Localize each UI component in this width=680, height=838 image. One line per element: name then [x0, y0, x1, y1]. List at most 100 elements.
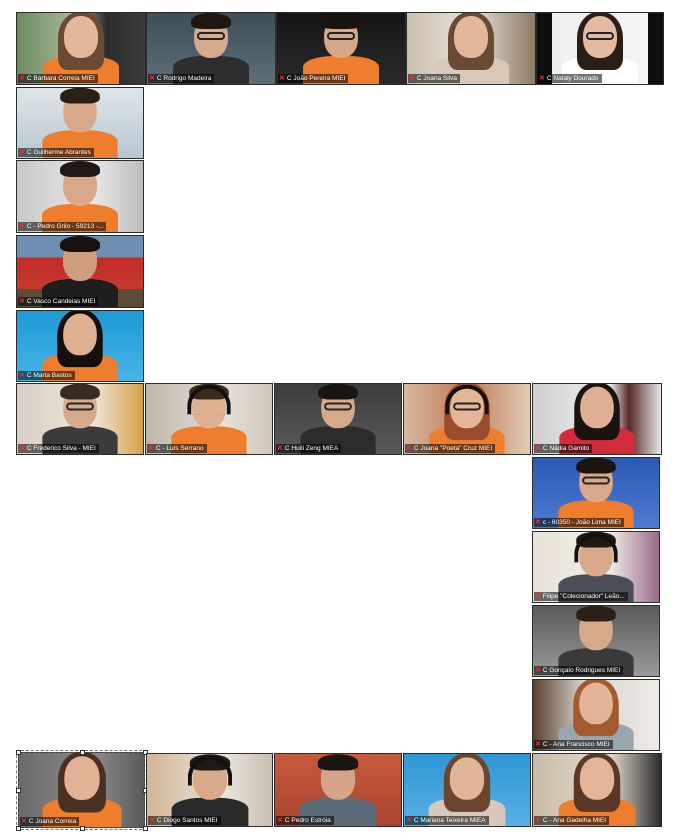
muted-mic-icon: ✕ [535, 667, 541, 674]
muted-mic-icon: ✕ [535, 593, 541, 600]
glasses [582, 476, 610, 485]
participant-name-label: ✕ C Bárbara Correia MIEI [18, 74, 98, 83]
participant-name-label: ✕ C Joana "Poeta" Cruz MIEI [405, 444, 496, 453]
participant-name-label: ✕ C Mariana Teixeira MIEA [405, 816, 489, 825]
face [579, 757, 615, 800]
face [579, 682, 613, 725]
participant-video-tile[interactable]: ✕ C - Pedro Grilo - 59213 -... [16, 160, 144, 233]
hair [191, 13, 231, 29]
muted-mic-icon: ✕ [279, 75, 285, 82]
participant-name: C Diogo Santos MIEI [156, 817, 218, 824]
participant-video-tile[interactable]: ✕ C Gonçalo Rodrigues MIEI [532, 605, 660, 677]
hair [576, 606, 616, 622]
participant-name-label: ✕ C Joana Correia [20, 817, 80, 826]
participant-video-tile[interactable]: ✕ C - Ana Gadelha MIEI [532, 753, 662, 827]
participant-name-label: ✕ c - 60350 - João Lima MIEI [534, 518, 624, 527]
participant-name-label: ✕ C - Ana Gadelha MIEI [534, 816, 610, 825]
participant-video-tile[interactable]: ✕ C Huili Zeng MIEA [274, 383, 402, 455]
participant-name-label: ✕ C - Luís Serrano [147, 444, 207, 453]
participant-name-label: ✕ C Frederico Silva - MIEI [18, 444, 99, 453]
muted-mic-icon: ✕ [149, 75, 155, 82]
muted-mic-icon: ✕ [539, 75, 545, 82]
glasses [66, 402, 94, 411]
glasses [586, 32, 614, 40]
muted-mic-icon: ✕ [19, 223, 25, 230]
participant-name: C Pedro Estróia [284, 817, 331, 824]
hair [318, 384, 358, 400]
participant-video-tile[interactable]: ✕ C João Pereira MIEI [276, 12, 406, 85]
participant-video-tile[interactable]: ✕ C Mariana Teixeira MIEA [403, 753, 531, 827]
muted-mic-icon: ✕ [535, 445, 541, 452]
muted-mic-icon: ✕ [148, 445, 154, 452]
muted-mic-icon: ✕ [19, 298, 25, 305]
hair [60, 236, 100, 252]
resize-handle[interactable] [16, 750, 21, 755]
participant-name-label: ✕ C - Pedro Grilo - 59213 -... [18, 222, 107, 231]
participant-video-tile[interactable]: ✕ c - 60350 - João Lima MIEI [532, 457, 660, 529]
participant-name: C Joana "Poeta" Cruz MIEI [413, 445, 493, 452]
participant-name: C Joana Silva [416, 75, 457, 82]
participant-video-tile[interactable]: ✕ C - Luís Serrano [145, 383, 273, 455]
hair [60, 384, 100, 400]
participant-video-tile[interactable]: ✕ C Frederico Silva - MIEI [16, 383, 144, 455]
hair [321, 13, 361, 29]
participant-name: C - Ana Francisco MIEI [542, 741, 610, 748]
participant-name-label: ✕ C João Pereira MIEI [278, 74, 349, 83]
glasses [197, 32, 225, 40]
face [449, 757, 485, 800]
resize-handle[interactable] [16, 788, 21, 793]
participant-video-tile[interactable]: ✕ C Guilherme Abrantes [16, 87, 144, 159]
participant-name-label: ✕ C Joana Silva [408, 74, 460, 83]
hair [60, 88, 100, 104]
participant-video-tile[interactable]: ✕ Filipe "Colecionador" Leão... [532, 531, 660, 603]
participant-name: C Marta Bastos [26, 372, 72, 379]
face [63, 756, 100, 800]
participant-video-tile[interactable]: ✕ C Joana "Poeta" Cruz MIEI [403, 383, 531, 455]
participant-name: C Joana Correia [28, 818, 77, 825]
participant-name: C Nataly Dourado [546, 75, 599, 82]
muted-mic-icon: ✕ [535, 741, 541, 748]
participant-name: C João Pereira MIEI [286, 75, 346, 82]
resize-handle[interactable] [79, 826, 85, 831]
participant-name-label: ✕ C Gonçalo Rodrigues MIEI [534, 666, 624, 675]
participant-name-label: ✕ C Guilherme Abrantes [18, 148, 94, 157]
glasses [327, 32, 355, 40]
participant-name: c - 60350 - João Lima MIEI [542, 519, 621, 526]
muted-mic-icon: ✕ [19, 372, 25, 379]
participant-video-tile[interactable]: ✕ C Rodrigo Madeira [146, 12, 276, 85]
face [454, 16, 488, 58]
participant-name-label: ✕ C Nádia Gamito [534, 444, 593, 453]
participant-name: C Rodrigo Madeira [156, 75, 212, 82]
muted-mic-icon: ✕ [406, 445, 412, 452]
muted-mic-icon: ✕ [19, 445, 25, 452]
participant-name-label: ✕ Filipe "Colecionador" Leão... [534, 592, 628, 601]
participant-name: C - Ana Gadelha MIEI [542, 817, 607, 824]
muted-mic-icon: ✕ [149, 817, 155, 824]
participant-video-tile[interactable]: ✕ C Pedro Estróia [274, 753, 402, 827]
muted-mic-icon: ✕ [19, 75, 25, 82]
participant-video-tile[interactable]: ✕ C Nataly Dourado [536, 12, 664, 85]
participant-video-tile[interactable]: ✕ C - Ana Francisco MIEI [532, 679, 660, 751]
participant-name: C Nádia Gamito [542, 445, 590, 452]
hair [60, 161, 100, 177]
participant-figure [41, 752, 122, 827]
participant-name: C Bárbara Correia MIEI [26, 75, 95, 82]
face [64, 16, 98, 58]
resize-handle[interactable] [16, 826, 21, 831]
participant-video-tile[interactable]: ✕ C Nádia Gamito [532, 383, 662, 455]
participant-video-tile[interactable]: ✕ C Diogo Santos MIEI [146, 753, 273, 827]
participant-video-tile[interactable]: ✕ C Marta Bastos [16, 310, 144, 382]
participant-video-tile[interactable]: ✕ C Joana Silva [406, 12, 536, 85]
resize-handle[interactable] [79, 750, 85, 755]
participant-video-tile[interactable]: ✕ C Vasco Candeias MIEI [16, 235, 144, 308]
participant-name-label: ✕ C Vasco Candeias MIEI [18, 297, 99, 306]
participant-name: C Huili Zeng MIEA [284, 445, 339, 452]
muted-mic-icon: ✕ [535, 519, 541, 526]
face [580, 386, 614, 429]
participant-video-tile[interactable]: ✕ C Bárbara Correia MIEI [16, 12, 146, 85]
participant-name-label: ✕ C Huili Zeng MIEA [276, 444, 342, 453]
participant-video-tile[interactable]: ✕ C Joana Correia [16, 750, 148, 831]
participant-name-label: ✕ C Pedro Estróia [276, 816, 334, 825]
participant-name: Filipe "Colecionador" Leão... [542, 593, 625, 600]
participant-name: C Guilherme Abrantes [26, 149, 91, 156]
